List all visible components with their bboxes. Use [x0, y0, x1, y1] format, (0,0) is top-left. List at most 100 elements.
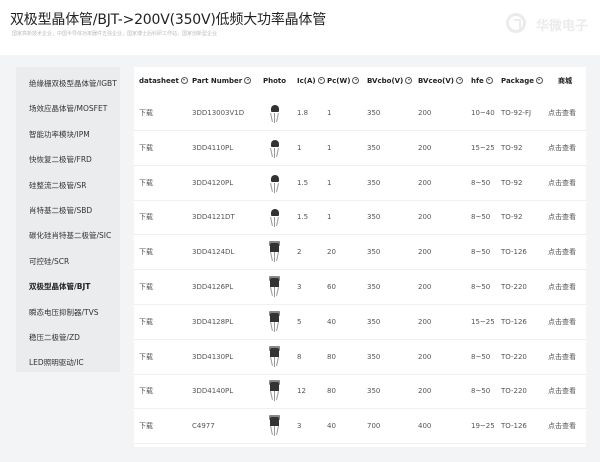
table-row: 下载 3DD4128PL 5 40 350 200 15~25 TO-126 点击查看: [134, 305, 586, 340]
column-header-label: datasheet: [139, 77, 179, 85]
bvceo-value: 200: [418, 387, 432, 396]
column-header[interactable]: BVceo(V): [418, 67, 463, 96]
sidebar-item[interactable]: 硅整流二极管/SR: [16, 173, 120, 198]
ic-value: 1: [297, 143, 302, 152]
sidebar-item[interactable]: 可控硅/SCR: [16, 249, 120, 274]
package-value: TO-220: [501, 387, 527, 396]
bvceo-value: 200: [418, 143, 432, 152]
part-number: 3DD4124DL: [192, 248, 235, 257]
ic-value: 2: [297, 248, 302, 257]
page-subtitle: 国家高新技术企业，中国半导体功率器件五强企业，国家博士后科研工作站，国家创新型企…: [12, 31, 218, 37]
ic-value: 1.5: [297, 213, 309, 222]
shop-link[interactable]: 点击查看: [548, 166, 576, 201]
column-header[interactable]: Pc(W): [327, 67, 360, 96]
package-value: TO-92: [501, 143, 523, 152]
bvceo-value: 200: [418, 109, 432, 117]
column-header[interactable]: datasheet: [139, 67, 188, 96]
page-body: 绝缘栅双极型晶体管/IGBT 场效应晶体管/MOSFET 智能功率模块/IPM 快恢复…: [0, 55, 600, 462]
sidebar-item[interactable]: 场效应晶体管/MOSFET: [16, 96, 120, 121]
column-header: Photo: [263, 67, 286, 96]
shop-link[interactable]: 点击查看: [548, 409, 576, 444]
shop-link[interactable]: 点击查看: [548, 374, 576, 409]
shop-link[interactable]: 点击查看: [548, 305, 576, 340]
download-link[interactable]: 下载: [139, 235, 153, 270]
shop-link[interactable]: 点击查看: [548, 200, 576, 235]
sidebar-item[interactable]: 瞬态电压抑制器/TVS: [16, 300, 120, 325]
table-row: 下载 3DD4130PL 8 80 350 200 8~50 TO-220 点击查看: [134, 340, 586, 375]
pc-value: 40: [327, 422, 336, 431]
sidebar-item[interactable]: 肖特基二极管/SBD: [16, 198, 120, 223]
column-header-label: Part Number: [192, 77, 243, 85]
table-row: 下载 3DD4126PL 3 60 350 200 8~50 TO-220 点击查看: [134, 270, 586, 305]
hfe-value: 8~50: [471, 213, 491, 222]
sort-dropdown-icon[interactable]: [244, 76, 252, 84]
shop-link[interactable]: 点击查看: [548, 270, 576, 305]
download-link[interactable]: 下载: [139, 340, 153, 375]
shop-link[interactable]: 点击查看: [548, 340, 576, 375]
ic-value: 3: [297, 422, 302, 431]
shop-link[interactable]: 点击查看: [548, 235, 576, 270]
download-link[interactable]: 下载: [139, 131, 153, 166]
category-sidebar: 绝缘栅双极型晶体管/IGBT 场效应晶体管/MOSFET 智能功率模块/IPM 快恢复…: [16, 67, 120, 372]
part-number: 3DD4130PL: [192, 352, 234, 361]
download-link[interactable]: 下载: [139, 270, 153, 305]
bvceo-value: 200: [418, 213, 432, 222]
transistor-photo-icon: [265, 276, 287, 298]
pc-value: 80: [327, 352, 336, 361]
shop-link[interactable]: 点击查看: [548, 131, 576, 166]
sort-dropdown-icon[interactable]: [317, 76, 325, 84]
column-header[interactable]: Ic(A): [297, 67, 325, 96]
part-number: 3DD4128PL: [192, 317, 234, 326]
package-value: TO-220: [501, 352, 527, 361]
table-row: 下载 C4977 3 40 700 400 19~25 TO-126 点击查看: [134, 409, 586, 445]
brand-logo-icon: [506, 13, 526, 33]
transistor-photo-icon: [265, 172, 287, 194]
ic-value: 1.5: [297, 178, 309, 187]
column-header[interactable]: Package: [501, 67, 543, 96]
download-link[interactable]: 下载: [139, 200, 153, 235]
part-number: 3DD4126PL: [192, 283, 234, 291]
part-number: C4977: [192, 422, 215, 431]
sort-dropdown-icon[interactable]: [180, 76, 188, 84]
sort-dropdown-icon[interactable]: [352, 76, 360, 84]
bvcbo-value: 700: [367, 422, 381, 431]
sidebar-item[interactable]: 碳化硅肖特基二极管/SIC: [16, 223, 120, 248]
ic-value: 8: [297, 352, 302, 361]
sort-dropdown-icon[interactable]: [535, 76, 543, 84]
package-value: TO-126: [501, 248, 527, 257]
download-link[interactable]: 下载: [139, 166, 153, 201]
bvceo-value: 200: [418, 317, 432, 326]
download-link[interactable]: 下载: [139, 409, 153, 444]
download-link[interactable]: 下载: [139, 374, 153, 409]
pc-value: 80: [327, 387, 336, 396]
column-header-label: Photo: [263, 77, 287, 85]
pc-value: 1: [327, 178, 332, 187]
column-header[interactable]: hfe: [471, 67, 493, 96]
sort-dropdown-icon[interactable]: [456, 76, 463, 84]
hfe-value: 15~25: [471, 317, 495, 326]
transistor-photo-icon: [265, 310, 287, 333]
sidebar-item[interactable]: 绝缘栅双极型晶体管/IGBT: [16, 71, 120, 96]
brand-logo: 华微电子: [498, 13, 600, 37]
package-value: TO-126: [501, 422, 527, 431]
bvceo-value: 200: [418, 283, 432, 291]
shop-link[interactable]: 点击查看: [548, 96, 576, 131]
bvceo-value: 200: [418, 178, 432, 187]
sidebar-item[interactable]: 稳压二极管/ZD: [16, 325, 120, 350]
column-header[interactable]: Part Number: [192, 67, 252, 96]
hfe-value: 8~50: [471, 178, 491, 187]
sidebar-item[interactable]: 智能功率模块/IPM: [16, 122, 120, 147]
download-link[interactable]: 下载: [139, 96, 153, 131]
column-header-label: Pc(W): [327, 77, 351, 85]
sidebar-item[interactable]: 双极型晶体管/BJT: [16, 274, 120, 299]
table-row: 下载 3DD4110PL 1 1 350 200 15~25 TO-92 点击查看: [134, 131, 586, 166]
sort-dropdown-icon[interactable]: [485, 76, 493, 84]
sidebar-item[interactable]: 快恢复二极管/FRD: [16, 147, 120, 172]
column-header[interactable]: BVcbo(V): [367, 67, 413, 96]
package-value: TO-92-FJ: [501, 109, 532, 117]
download-link[interactable]: 下载: [139, 305, 153, 340]
transistor-photo-icon: [265, 380, 287, 402]
sidebar-item[interactable]: LED照明驱动/IC: [16, 350, 120, 375]
part-number: 3DD4110PL: [192, 143, 234, 152]
sort-dropdown-icon[interactable]: [405, 76, 413, 84]
